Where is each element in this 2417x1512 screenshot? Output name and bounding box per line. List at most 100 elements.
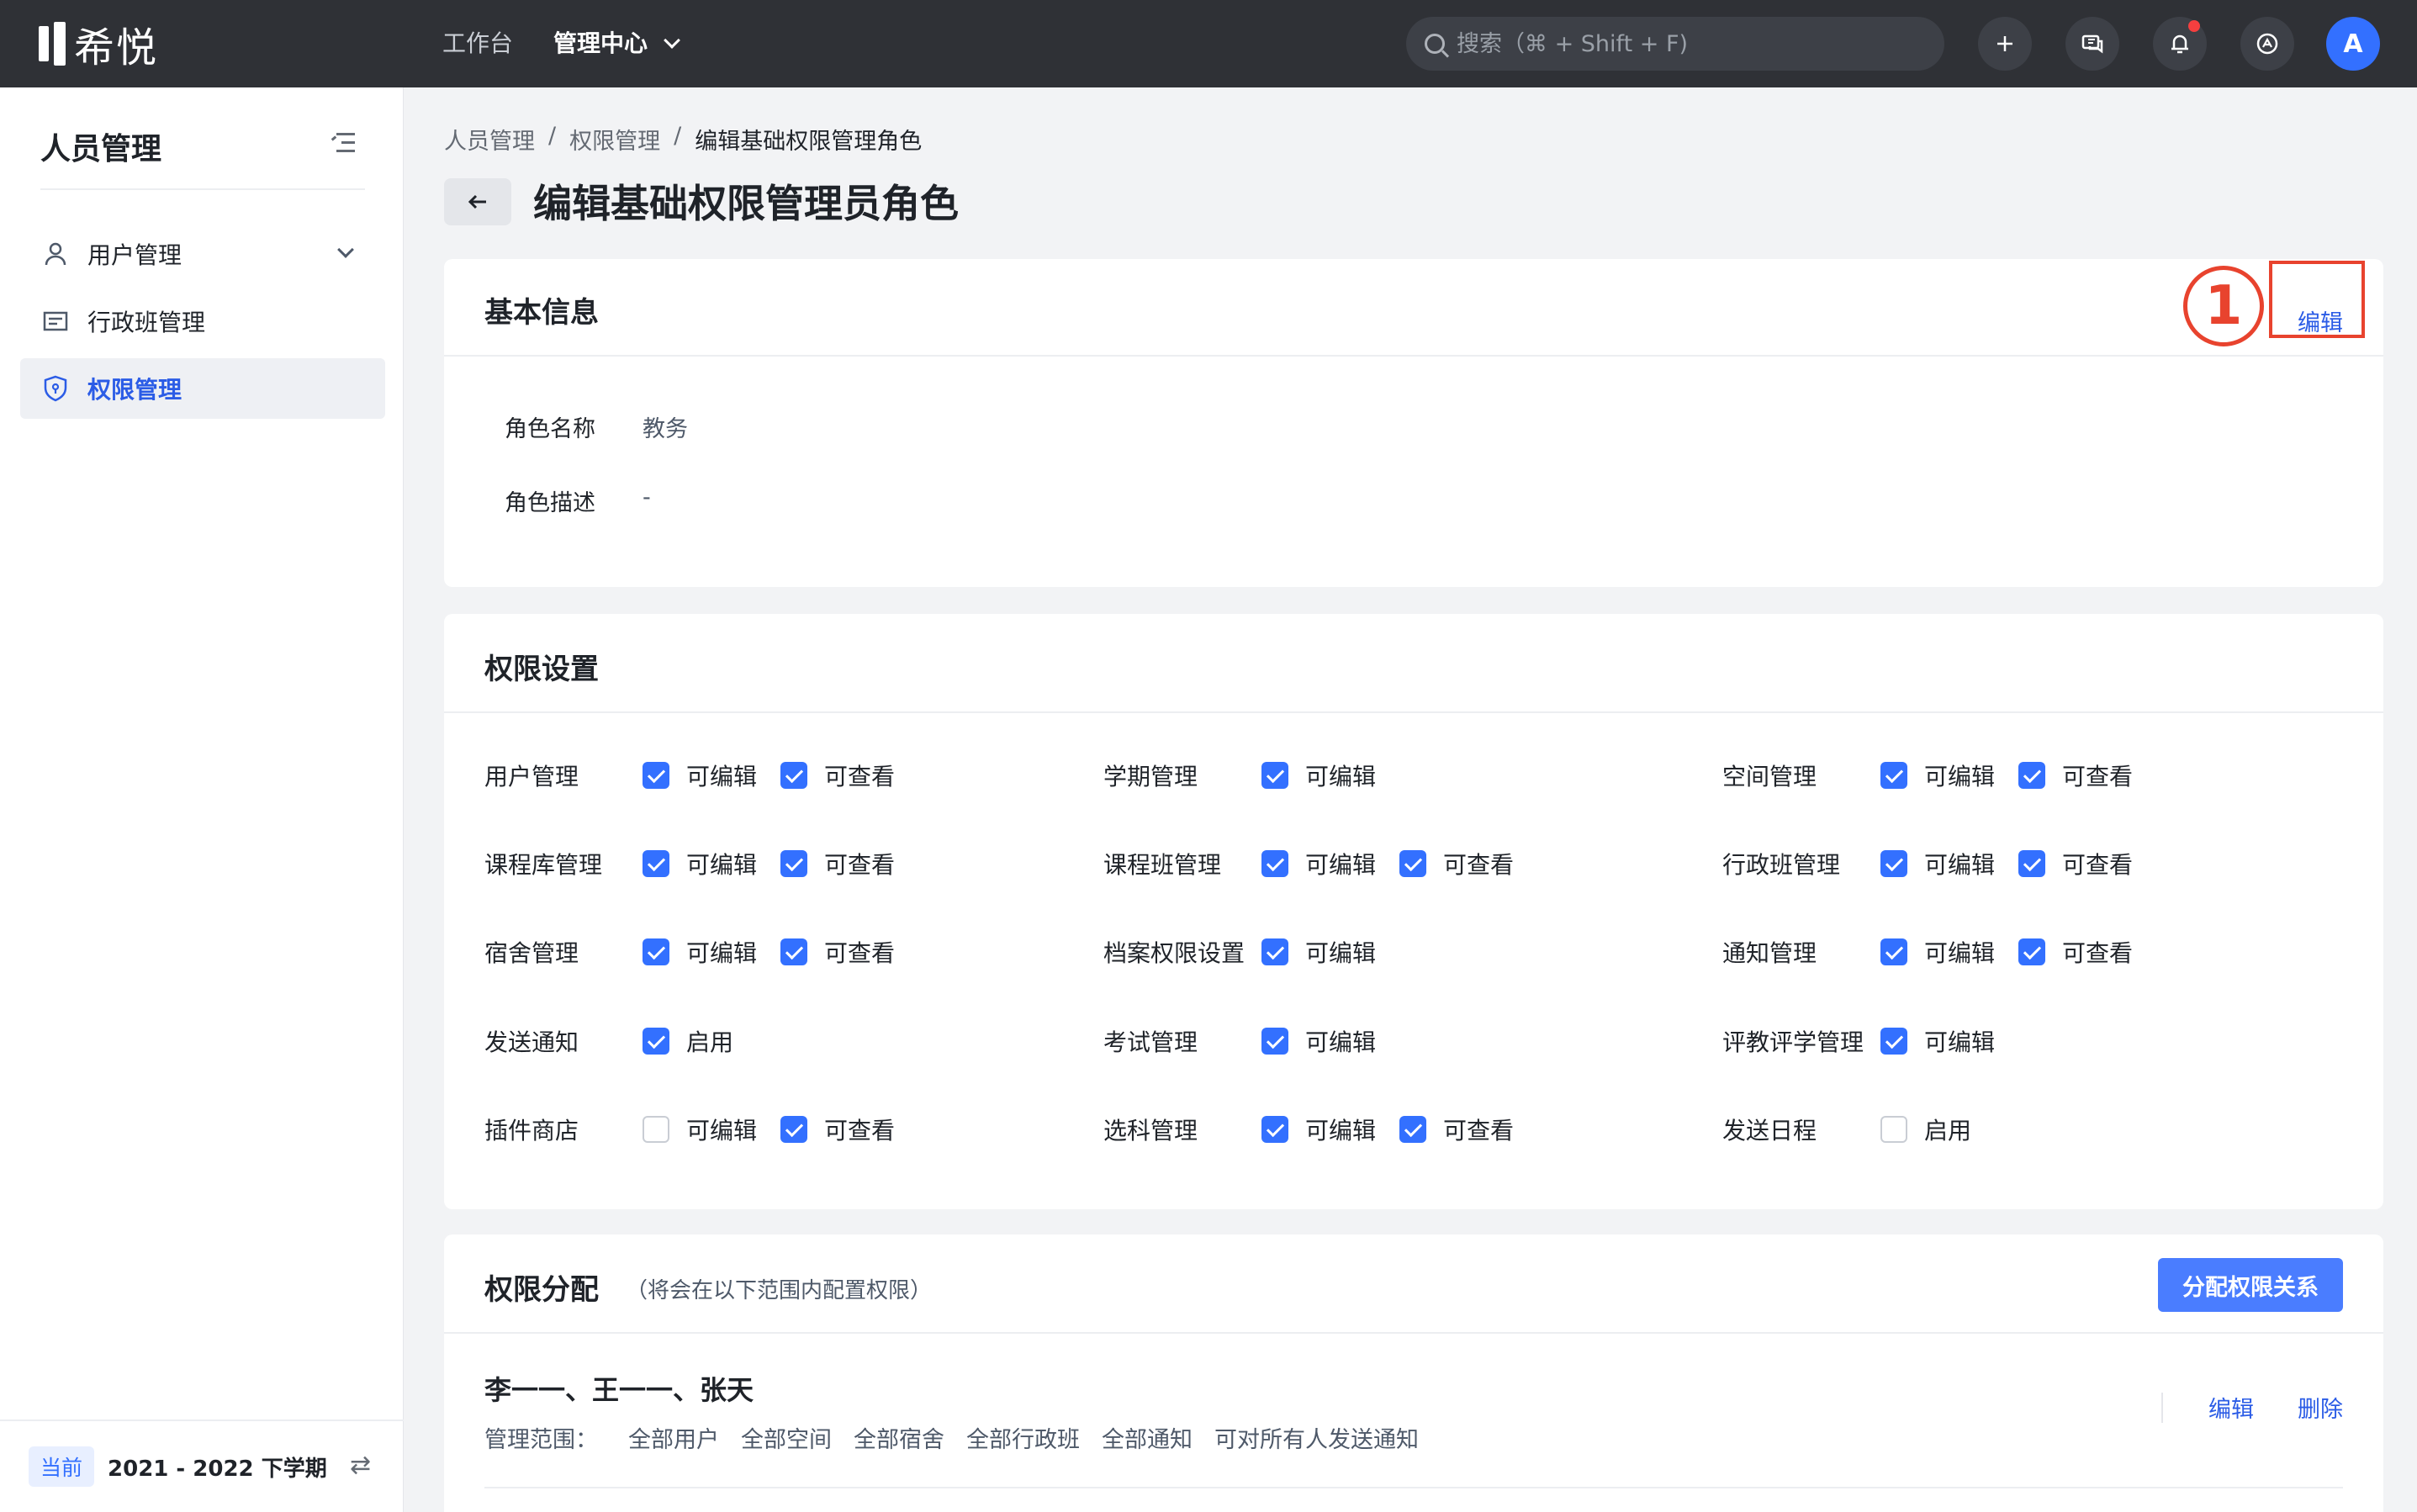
breadcrumb-item[interactable]: 人员管理: [444, 123, 535, 156]
checkbox-checked[interactable]: [643, 850, 669, 877]
avatar[interactable]: A: [2326, 17, 2380, 71]
perm-option[interactable]: 可编辑: [643, 759, 757, 792]
checkbox-checked[interactable]: [643, 938, 669, 965]
message-icon: [2081, 34, 2103, 54]
nav-admin-center-label: 管理中心: [553, 29, 648, 57]
checkbox-checked[interactable]: [1261, 938, 1288, 965]
perm-option-label: 可编辑: [1924, 1028, 1996, 1056]
perm-name: 评教评学管理: [1722, 1028, 1864, 1056]
perm-option[interactable]: 可查看: [2018, 935, 2133, 969]
scope-item: 全部行政班: [966, 1427, 1080, 1453]
checkbox-checked[interactable]: [1261, 1028, 1288, 1055]
perm-option-label: 可查看: [2062, 851, 2134, 879]
perm-option[interactable]: 可查看: [1399, 847, 1514, 880]
perm-option[interactable]: 可编辑: [643, 1113, 757, 1146]
perm-option[interactable]: 可查看: [1399, 1113, 1514, 1146]
perm-option-label: 可编辑: [686, 763, 758, 790]
checkbox-unchecked[interactable]: [643, 1116, 669, 1143]
perm-option[interactable]: 可查看: [2018, 847, 2133, 880]
checkbox-checked[interactable]: [780, 762, 807, 789]
sidebar-item-label: 行政班管理: [87, 309, 206, 336]
perm-option[interactable]: 可查看: [780, 847, 895, 880]
assignment-delete-button[interactable]: 删除: [2298, 1391, 2343, 1424]
term-tag: 当前: [29, 1446, 95, 1487]
role-desc-label: 角色描述: [505, 490, 595, 516]
checkbox-checked[interactable]: [2018, 850, 2045, 877]
perm-option-label: 启用: [686, 1028, 734, 1056]
breadcrumb-separator: /: [548, 123, 557, 149]
checkbox-checked[interactable]: [780, 938, 807, 965]
checkbox-checked[interactable]: [780, 1116, 807, 1143]
breadcrumb-item[interactable]: 权限管理: [569, 123, 660, 156]
perm-option[interactable]: 可编辑: [1880, 1024, 1995, 1058]
breadcrumb: 人员管理 / 权限管理 / 编辑基础权限管理角色: [444, 123, 922, 156]
perm-option[interactable]: 启用: [1880, 1113, 1971, 1146]
message-button[interactable]: [2065, 17, 2119, 71]
sidebar-item-users[interactable]: 用户管理: [20, 224, 385, 284]
checkbox-checked[interactable]: [780, 850, 807, 877]
perm-option[interactable]: 启用: [643, 1024, 733, 1058]
perm-option[interactable]: 可查看: [780, 1113, 895, 1146]
perm-option-label: 可查看: [824, 851, 896, 879]
perm-option[interactable]: 可编辑: [643, 935, 757, 969]
checkbox-checked[interactable]: [1261, 850, 1288, 877]
perm-option[interactable]: 可编辑: [1261, 759, 1376, 792]
sidebar-item-admin-class[interactable]: 行政班管理: [20, 291, 385, 352]
perm-option-label: 可编辑: [1305, 763, 1377, 790]
perm-name: 宿舍管理: [484, 939, 579, 967]
collapse-menu-icon[interactable]: [331, 133, 355, 153]
role-name-label: 角色名称: [505, 416, 595, 442]
sidebar-item-permissions[interactable]: 权限管理: [20, 358, 385, 419]
checkbox-checked[interactable]: [2018, 762, 2045, 789]
checkbox-checked[interactable]: [643, 762, 669, 789]
help-button[interactable]: [2240, 17, 2294, 71]
scope-item: 可对所有人发送通知: [1214, 1427, 1419, 1453]
perm-name: 选科管理: [1103, 1117, 1198, 1145]
card-divider: [444, 711, 2383, 713]
checkbox-checked[interactable]: [1399, 850, 1426, 877]
logo[interactable]: 希悦: [39, 19, 158, 71]
add-button[interactable]: [1978, 17, 2032, 71]
perm-option[interactable]: 可查看: [780, 759, 895, 792]
perm-option[interactable]: 可编辑: [1880, 847, 1995, 880]
card-divider: [444, 355, 2383, 357]
checkbox-checked[interactable]: [1399, 1116, 1426, 1143]
perm-option[interactable]: 可编辑: [1261, 1113, 1376, 1146]
nav-workbench[interactable]: 工作台: [442, 25, 513, 62]
switch-icon[interactable]: ⇄: [350, 1453, 375, 1478]
search-box[interactable]: [1406, 17, 1944, 71]
assign-permission-button[interactable]: 分配权限关系: [2158, 1258, 2343, 1312]
perm-option-label: 可编辑: [1924, 939, 1996, 967]
checkbox-checked[interactable]: [1880, 1028, 1907, 1055]
checkbox-checked[interactable]: [1880, 938, 1907, 965]
perm-option[interactable]: 可编辑: [1261, 1024, 1376, 1058]
perm-option-label: 可编辑: [686, 939, 758, 967]
perm-option[interactable]: 可编辑: [1880, 759, 1995, 792]
scope-row: 管理范围： 全部用户 全部空间 全部宿舍 全部行政班 全部通知 可对所有人发送通…: [484, 1421, 1419, 1454]
assignment-title: 权限分配: [484, 1273, 599, 1307]
checkbox-checked[interactable]: [643, 1028, 669, 1055]
back-button[interactable]: [444, 178, 511, 225]
checkbox-checked[interactable]: [1880, 850, 1907, 877]
checkbox-unchecked[interactable]: [1880, 1116, 1907, 1143]
notification-button[interactable]: [2153, 17, 2207, 71]
help-icon: [2256, 33, 2278, 55]
search-input[interactable]: [1457, 30, 1928, 57]
term-selector[interactable]: 当前 2021 - 2022 下学期 ⇄: [0, 1419, 404, 1512]
chevron-down-icon: [337, 241, 354, 258]
checkbox-checked[interactable]: [1261, 1116, 1288, 1143]
arrow-left-icon: [468, 194, 486, 209]
checkbox-checked[interactable]: [1880, 762, 1907, 789]
perm-option[interactable]: 可查看: [2018, 759, 2133, 792]
nav-admin-center[interactable]: 管理中心: [553, 25, 680, 62]
perm-option[interactable]: 可编辑: [1261, 847, 1376, 880]
perm-option[interactable]: 可编辑: [643, 847, 757, 880]
scope-item: 全部宿舍: [854, 1427, 944, 1453]
perm-option[interactable]: 可查看: [780, 935, 895, 969]
perm-option[interactable]: 可编辑: [1880, 935, 1995, 969]
perm-option[interactable]: 可编辑: [1261, 935, 1376, 969]
assignment-edit-button[interactable]: 编辑: [2208, 1391, 2254, 1424]
checkbox-checked[interactable]: [1261, 762, 1288, 789]
scope-label: 管理范围：: [484, 1427, 598, 1453]
checkbox-checked[interactable]: [2018, 938, 2045, 965]
